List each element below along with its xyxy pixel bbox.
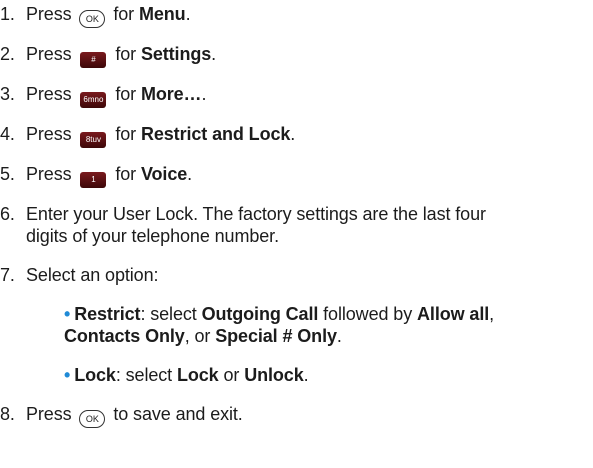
step-number: 1. — [0, 4, 15, 24]
bullet-restrict-line-2: Contacts Only, or Special # Only. — [64, 326, 342, 346]
restrict-and-lock-term: Restrict and Lock — [140, 124, 291, 144]
step-4: 4. Press 8tuv for Restrict and Lock. — [0, 123, 295, 148]
step-6: 6. Enter your User Lock. The factory sett… — [0, 203, 486, 225]
key-6-icon: 6mno — [80, 92, 107, 108]
more-term: More… — [140, 84, 202, 104]
step-6-line-1: Enter your User Lock. The factory settin… — [26, 204, 486, 224]
instructions-page: 1. Press OK for Menu. 2. Press # for Setti… — [0, 0, 593, 468]
key-1-icon: 1 — [80, 172, 107, 188]
step-number: 2. — [0, 44, 15, 64]
step-6-line-2: digits of your telephone number. — [26, 226, 279, 246]
bullet-icon: • — [64, 304, 71, 324]
step-7: 7. Select an option: — [0, 265, 159, 285]
step-number: 3. — [0, 84, 15, 104]
step-number: 8. — [0, 404, 15, 424]
bullet-lock: • Lock: select Lock or Unlock. — [64, 365, 309, 385]
step-3: 3. Press 6mno for More…. — [0, 83, 206, 108]
step-number: 4. — [0, 124, 15, 144]
step-8: 8. Press OK to save and exit. — [0, 403, 243, 428]
ok-key-icon: OK — [79, 10, 106, 28]
ok-key-icon: OK — [79, 410, 106, 428]
voice-term: Voice — [140, 164, 188, 184]
step-2: 2. Press # for Settings. — [0, 43, 216, 68]
step-5: 5. Press 1 for Voice. — [0, 163, 192, 188]
step-1: 1. Press OK for Menu. — [0, 3, 191, 28]
step-number: 7. — [0, 265, 15, 285]
key-8-icon: 8tuv — [80, 132, 107, 148]
pound-key-icon: # — [80, 52, 107, 68]
settings-term: Settings — [140, 44, 212, 64]
bullet-restrict: • Restrict: select Outgoing Call followed… — [64, 304, 495, 324]
bullet-icon: • — [64, 365, 71, 385]
step-number: 5. — [0, 164, 15, 184]
step-number: 6. — [0, 204, 15, 224]
menu-term: Menu — [138, 4, 186, 24]
